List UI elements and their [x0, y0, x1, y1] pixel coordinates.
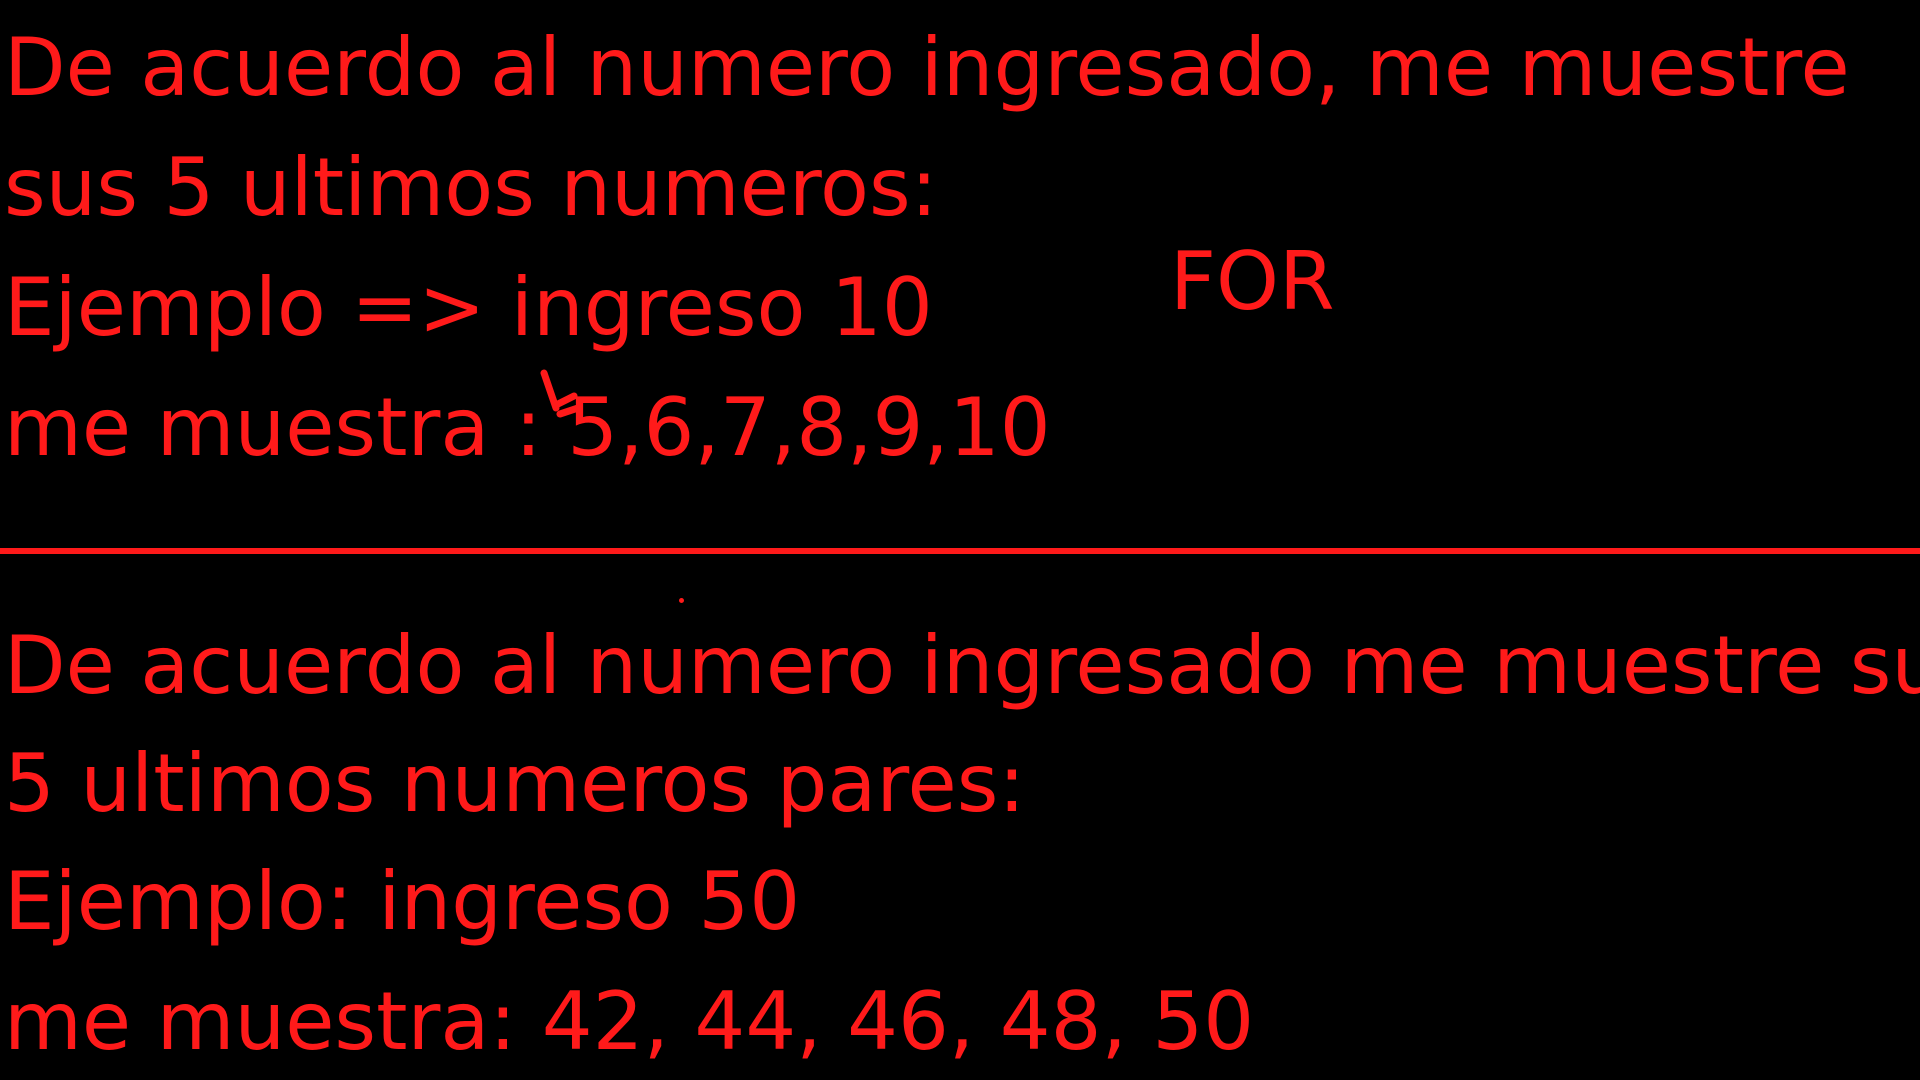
exercise1-line3: Ejemplo => ingreso 10: [4, 261, 933, 354]
exercise1-line2: sus 5 ultimos numeros:: [4, 141, 938, 234]
exercise2-line4: me muestra: 42, 44, 46, 48, 50: [4, 975, 1255, 1068]
exercise1-line1: De acuerdo al numero ingresado, me muest…: [4, 21, 1850, 114]
stray-dot: [679, 598, 684, 603]
exercise2-line2: 5 ultimos numeros pares:: [4, 737, 1026, 830]
handwritten-correction-mark: [540, 369, 582, 418]
for-label: FOR: [1170, 235, 1335, 328]
whiteboard-canvas: De acuerdo al numero ingresado, me muest…: [0, 0, 1920, 1080]
section-divider: [0, 548, 1920, 554]
exercise2-line1: De acuerdo al numero ingresado me muestr…: [4, 619, 1920, 712]
exercise2-line3: Ejemplo: ingreso 50: [4, 855, 801, 948]
exercise1-line4: me muestra : 5,6,7,8,9,10: [4, 381, 1051, 474]
